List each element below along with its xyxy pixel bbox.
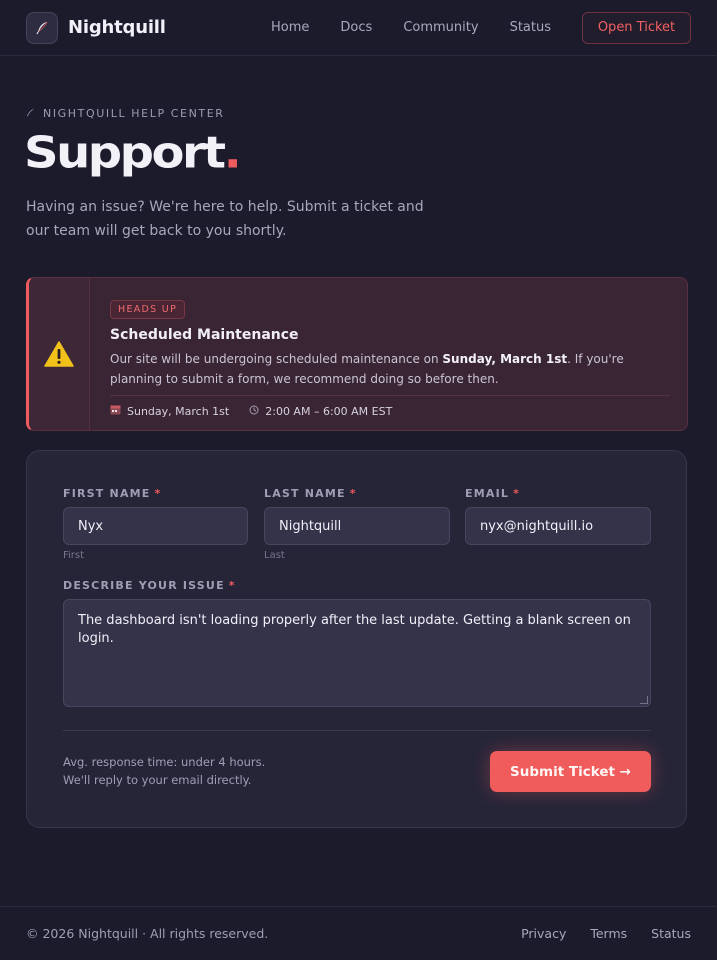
- required-marker: *: [513, 487, 521, 500]
- first-name-label: FIRST NAME *: [63, 487, 248, 500]
- heads-up-badge: HEADS UP: [110, 300, 186, 319]
- email-label-text: EMAIL: [465, 487, 510, 500]
- issue-textarea-value: The dashboard isn't loading properly aft…: [78, 613, 631, 646]
- warning-icon: [44, 341, 74, 367]
- ticket-form-card: FIRST NAME * Nyx First LAST NAME * Nightqu…: [26, 450, 687, 828]
- support-page: Nightquill Home Docs Community Status Op…: [0, 0, 717, 960]
- quill-icon: [26, 108, 35, 120]
- quill-icon[interactable]: [26, 11, 58, 44]
- alert-meta: Sunday, March 1st 2:00 AM – 6:00 AM EST: [110, 395, 670, 418]
- footer-link-terms[interactable]: Terms: [590, 926, 627, 941]
- reply-note-line: We'll reply to your email directly.: [63, 773, 252, 787]
- required-marker: *: [154, 487, 162, 500]
- form-divider: [63, 730, 651, 731]
- required-marker: *: [228, 579, 236, 592]
- issue-label: DESCRIBE YOUR ISSUE *: [63, 579, 651, 592]
- footer-link-status[interactable]: Status: [651, 926, 691, 941]
- alert-body-text: Our site will be undergoing scheduled ma…: [110, 352, 443, 366]
- nav-link-community[interactable]: Community: [403, 20, 478, 35]
- open-ticket-button[interactable]: Open Ticket: [582, 11, 691, 44]
- brand-name[interactable]: Nightquill: [68, 17, 166, 38]
- alert-title: Scheduled Maintenance: [110, 327, 299, 343]
- top-nav: Nightquill Home Docs Community Status Op…: [0, 0, 717, 56]
- first-name-input[interactable]: Nyx: [63, 507, 248, 545]
- issue-field: DESCRIBE YOUR ISSUE * The dashboard isn't…: [63, 579, 651, 707]
- nav-link-home[interactable]: Home: [271, 20, 309, 35]
- eyebrow-text: NIGHTQUILL HELP CENTER: [43, 107, 225, 120]
- footer-links: Privacy Terms Status: [497, 926, 691, 941]
- first-name-hint: First: [63, 550, 85, 561]
- email-label: EMAIL *: [465, 487, 651, 500]
- last-name-hint: Last: [264, 550, 285, 561]
- last-name-label: LAST NAME *: [264, 487, 450, 500]
- first-name-label-text: FIRST NAME: [63, 487, 151, 500]
- issue-label-text: DESCRIBE YOUR ISSUE: [63, 579, 225, 592]
- copyright: © 2026 Nightquill · All rights reserved.: [26, 926, 269, 941]
- alert-body: Our site will be undergoing scheduled ma…: [110, 349, 670, 389]
- issue-textarea[interactable]: The dashboard isn't loading properly aft…: [63, 599, 651, 707]
- first-name-field: FIRST NAME * Nyx First: [63, 487, 248, 561]
- page-subtitle: Having an issue? We're here to help. Sub…: [26, 199, 424, 239]
- maintenance-time-text: 2:00 AM – 6:00 AM EST: [265, 404, 393, 418]
- footer-link-privacy[interactable]: Privacy: [521, 926, 566, 941]
- page-title-text: Support: [24, 128, 226, 179]
- maintenance-date: Sunday, March 1st: [110, 404, 229, 418]
- calendar-icon: [110, 404, 121, 418]
- response-time-note: Avg. response time: under 4 hours. We'll…: [63, 753, 265, 789]
- page-title: Support.: [24, 128, 242, 179]
- nav-links: Home Docs Community Status Open Ticket: [271, 11, 691, 44]
- alert-body-date: Sunday, March 1st: [442, 352, 568, 366]
- alert-content: HEADS UP Scheduled Maintenance Our site …: [110, 297, 670, 389]
- clock-icon: [249, 405, 259, 418]
- last-name-field: LAST NAME * Nightquill Last: [264, 487, 450, 561]
- page-title-dot: .: [223, 128, 242, 179]
- maintenance-time: 2:00 AM – 6:00 AM EST: [249, 405, 392, 418]
- email-field: EMAIL * nyx@nightquill.io: [465, 487, 651, 545]
- last-name-label-text: LAST NAME: [264, 487, 346, 500]
- maintenance-alert: HEADS UP Scheduled Maintenance Our site …: [26, 277, 688, 431]
- maintenance-date-text: Sunday, March 1st: [127, 404, 230, 418]
- last-name-input[interactable]: Nightquill: [264, 507, 450, 545]
- resize-handle[interactable]: [640, 696, 648, 704]
- nav-link-status[interactable]: Status: [510, 20, 551, 35]
- submit-ticket-button[interactable]: Submit Ticket →: [490, 751, 651, 792]
- eyebrow: NIGHTQUILL HELP CENTER: [26, 107, 225, 120]
- email-input[interactable]: nyx@nightquill.io: [465, 507, 651, 545]
- required-marker: *: [349, 487, 357, 500]
- response-time-line: Avg. response time: under 4 hours.: [63, 755, 266, 769]
- footer: © 2026 Nightquill · All rights reserved.…: [0, 906, 717, 960]
- alert-icon-column: [29, 278, 90, 430]
- nav-link-docs[interactable]: Docs: [340, 20, 372, 35]
